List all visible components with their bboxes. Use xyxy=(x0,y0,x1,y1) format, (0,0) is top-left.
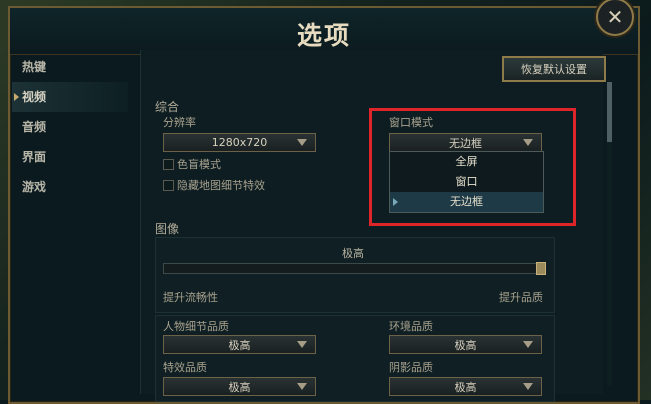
hide-eyecandy-label: 隐藏地图细节特效 xyxy=(177,179,265,192)
resolution-dropdown[interactable]: 1280x720 xyxy=(163,133,316,152)
scrollbar-thumb[interactable] xyxy=(607,82,612,142)
sidebar-item-interface[interactable]: 界面 xyxy=(12,142,128,172)
title-bar: 选项 xyxy=(10,8,638,55)
shadow-quality-label: 阴影品质 xyxy=(389,361,433,374)
chevron-down-icon xyxy=(297,341,307,348)
shadow-quality-dropdown[interactable]: 极高 xyxy=(389,377,542,396)
chevron-down-icon xyxy=(523,383,533,390)
chevron-down-icon xyxy=(523,341,533,348)
close-icon: ✕ xyxy=(606,5,624,29)
sidebar-item-video[interactable]: 视频 xyxy=(12,82,128,112)
sidebar-item-audio[interactable]: 音频 xyxy=(12,112,128,142)
environment-quality-dropdown[interactable]: 极高 xyxy=(389,335,542,354)
shadow-quality-value: 极高 xyxy=(454,380,477,394)
sidebar-item-game[interactable]: 游戏 xyxy=(12,172,128,202)
resolution-label: 分辨率 xyxy=(163,116,196,129)
slider-left-label: 提升流畅性 xyxy=(163,291,218,304)
colorblind-checkbox[interactable] xyxy=(163,159,174,170)
reset-defaults-button[interactable]: 恢复默认设置 xyxy=(502,56,606,82)
annotation-highlight-box xyxy=(369,108,576,226)
environment-quality-value: 极高 xyxy=(454,338,477,352)
colorblind-label: 色盲模式 xyxy=(177,158,221,171)
character-quality-dropdown[interactable]: 极高 xyxy=(163,335,316,354)
chevron-down-icon xyxy=(297,139,307,146)
graphics-preset-value: 极高 xyxy=(342,247,364,260)
resolution-value: 1280x720 xyxy=(211,136,268,149)
effects-quality-dropdown[interactable]: 极高 xyxy=(163,377,316,396)
character-quality-label: 人物细节品质 xyxy=(163,320,229,333)
graphics-quality-slider[interactable] xyxy=(163,263,546,274)
slider-right-label: 提升品质 xyxy=(499,291,543,304)
window-title: 选项 xyxy=(296,21,351,50)
sidebar-item-hotkeys[interactable]: 热键 xyxy=(12,52,128,82)
settings-sidebar: 热键 视频 音频 界面 游戏 xyxy=(12,52,128,202)
environment-quality-label: 环境品质 xyxy=(389,320,433,333)
content-scrollbar[interactable] xyxy=(607,82,612,386)
effects-quality-value: 极高 xyxy=(228,380,251,394)
hide-eyecandy-checkbox[interactable] xyxy=(163,180,174,191)
general-section-title: 综合 xyxy=(155,100,180,114)
character-quality-value: 极高 xyxy=(228,338,251,352)
chevron-down-icon xyxy=(297,383,307,390)
effects-quality-label: 特效品质 xyxy=(163,361,207,374)
graphics-section-title: 图像 xyxy=(155,222,180,236)
graphics-slider-handle[interactable] xyxy=(536,262,546,275)
